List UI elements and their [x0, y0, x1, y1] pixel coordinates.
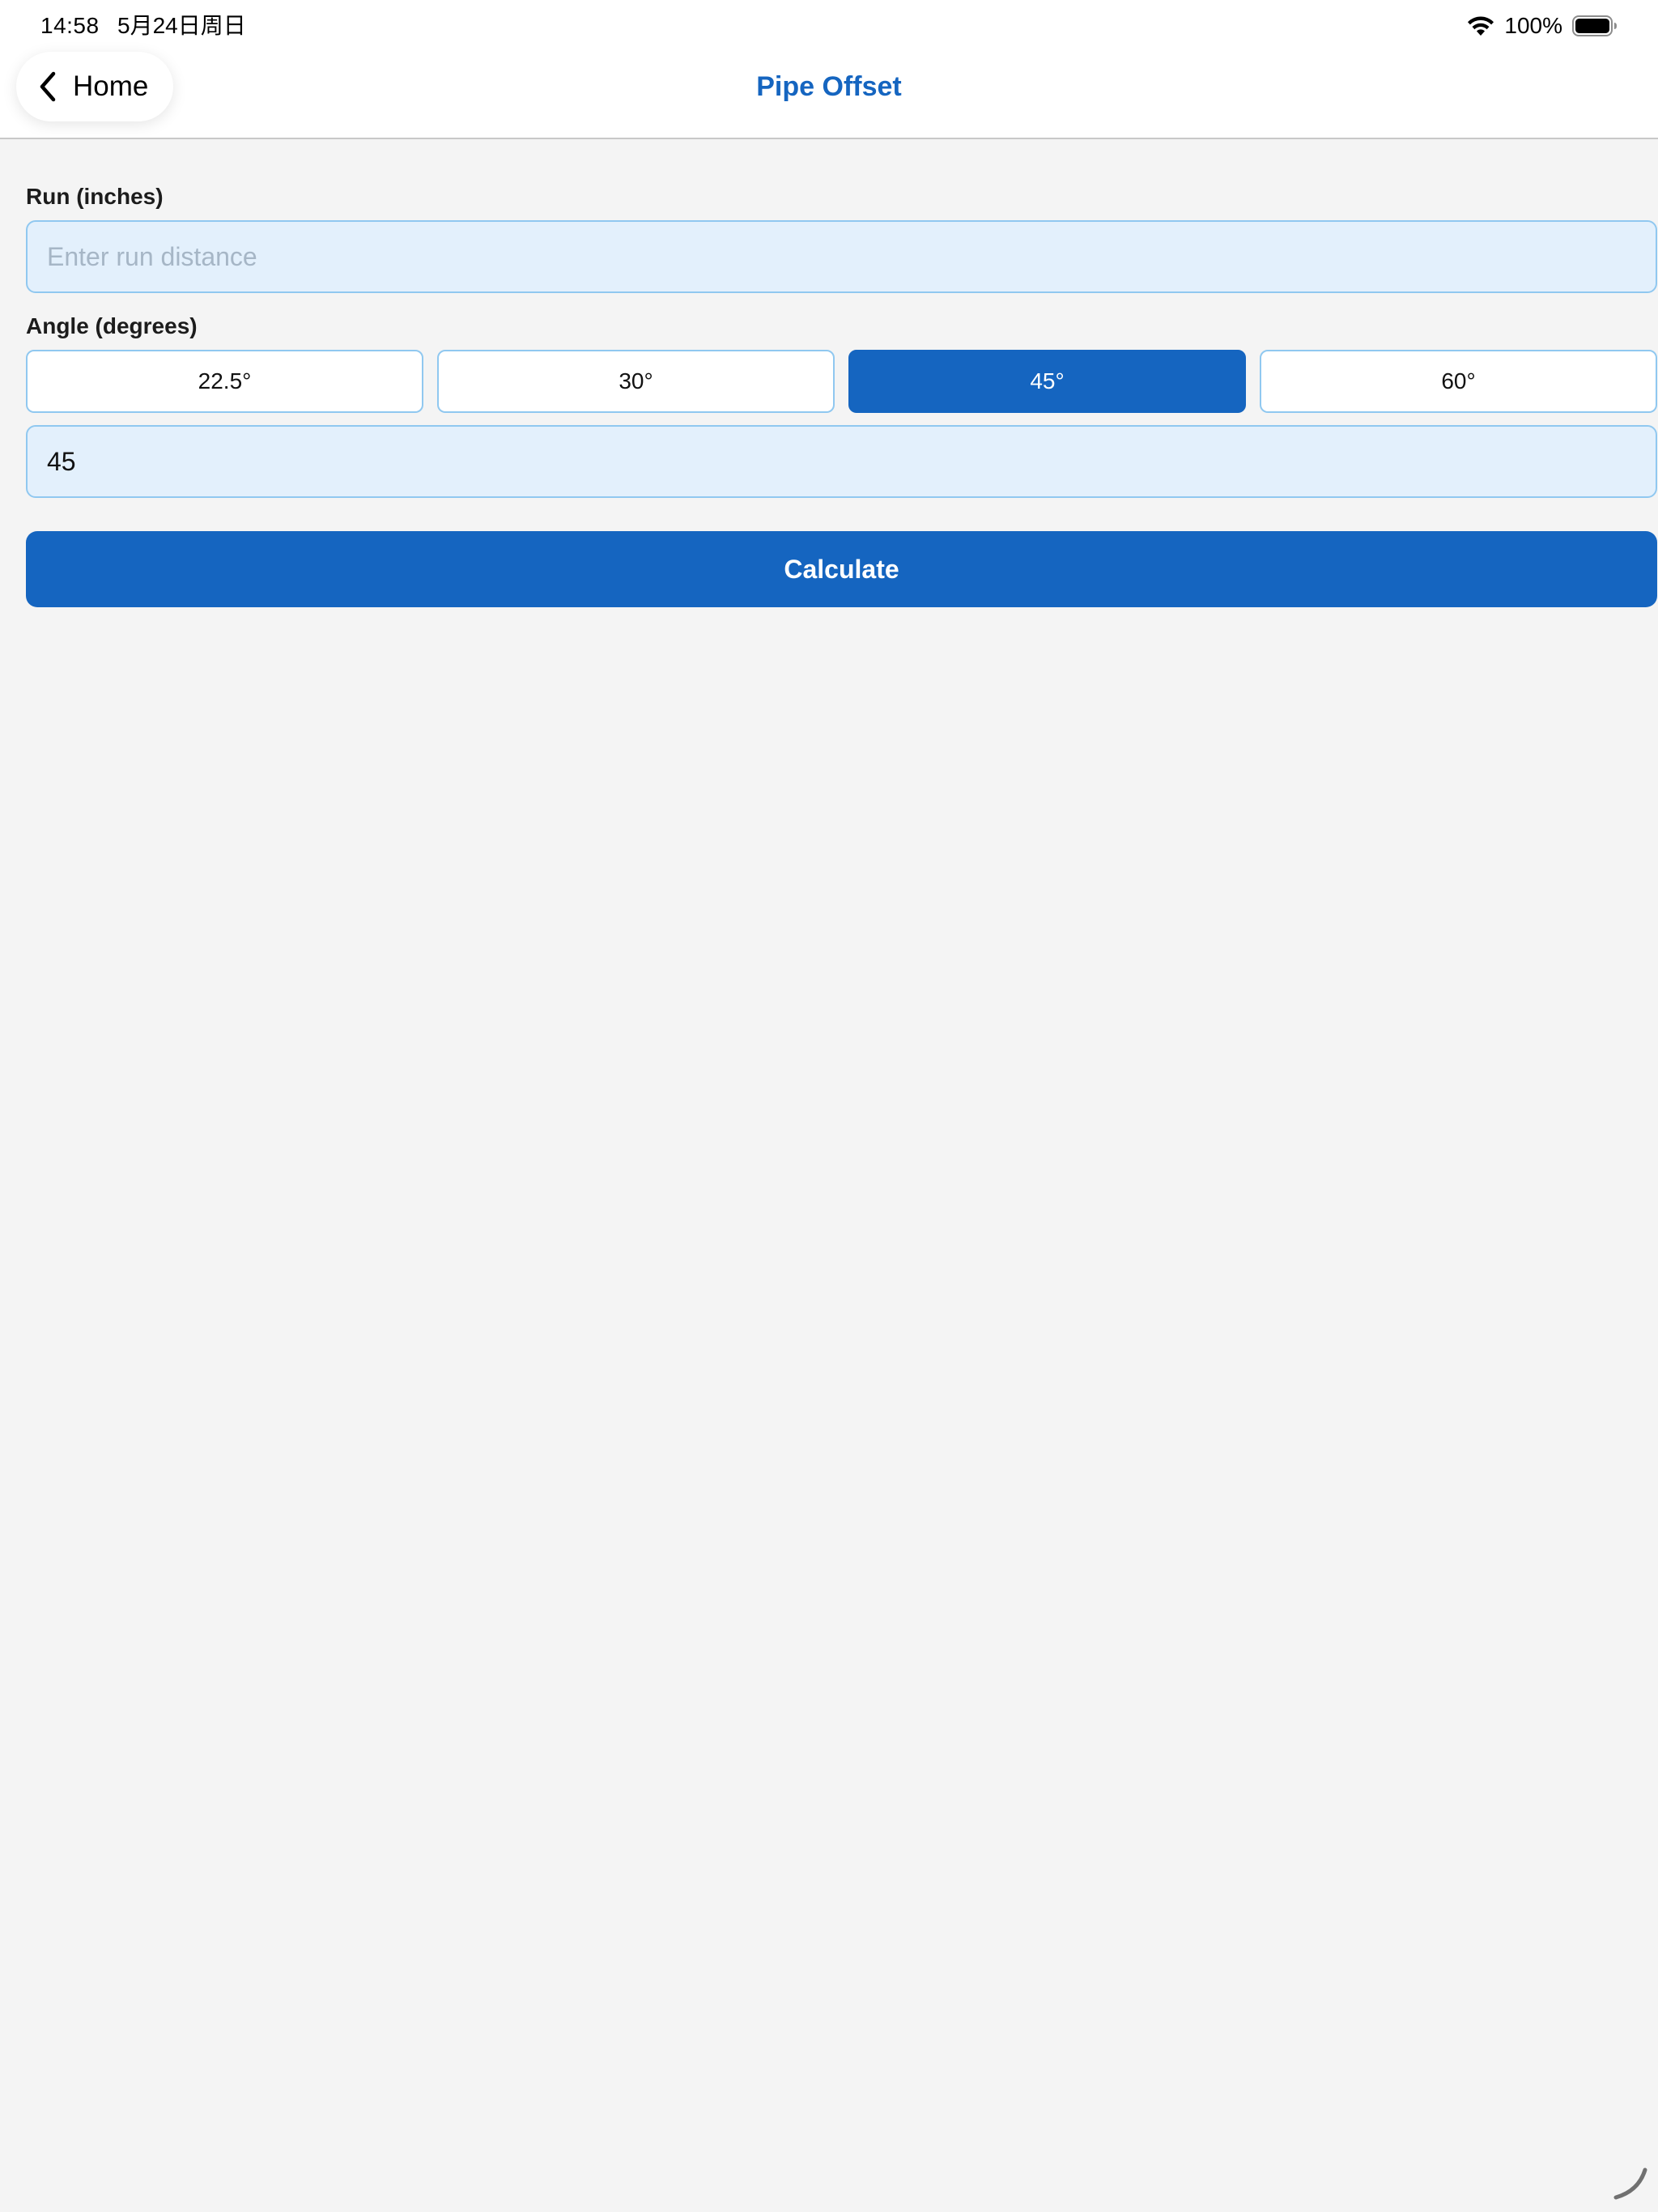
- angle-label: Angle (degrees): [26, 313, 198, 338]
- angle-option-45[interactable]: 45°: [848, 350, 1246, 413]
- navigation-bar: 14:58 5月24日周日 100% Home Pipe Offset: [0, 0, 1658, 139]
- run-input[interactable]: [26, 220, 1657, 293]
- resize-corner-icon: [1613, 2167, 1647, 2200]
- status-indicators: 100%: [1467, 10, 1618, 42]
- calculate-button[interactable]: Calculate: [26, 531, 1657, 607]
- battery-percentage: 100%: [1504, 13, 1562, 38]
- angle-option-60[interactable]: 60°: [1260, 350, 1657, 413]
- angle-option-22-5[interactable]: 22.5°: [26, 350, 423, 413]
- wifi-icon: [1468, 16, 1494, 36]
- angle-preset-group: 22.5° 30° 45° 60°: [26, 350, 1657, 413]
- angle-option-30[interactable]: 30°: [437, 350, 835, 413]
- angle-input[interactable]: [26, 425, 1657, 498]
- page-title: Pipe Offset: [756, 71, 902, 102]
- run-label: Run (inches): [26, 184, 164, 209]
- battery-icon: [1572, 15, 1617, 36]
- status-time: 14:58: [40, 13, 100, 38]
- status-date: 5月24日周日: [117, 13, 246, 38]
